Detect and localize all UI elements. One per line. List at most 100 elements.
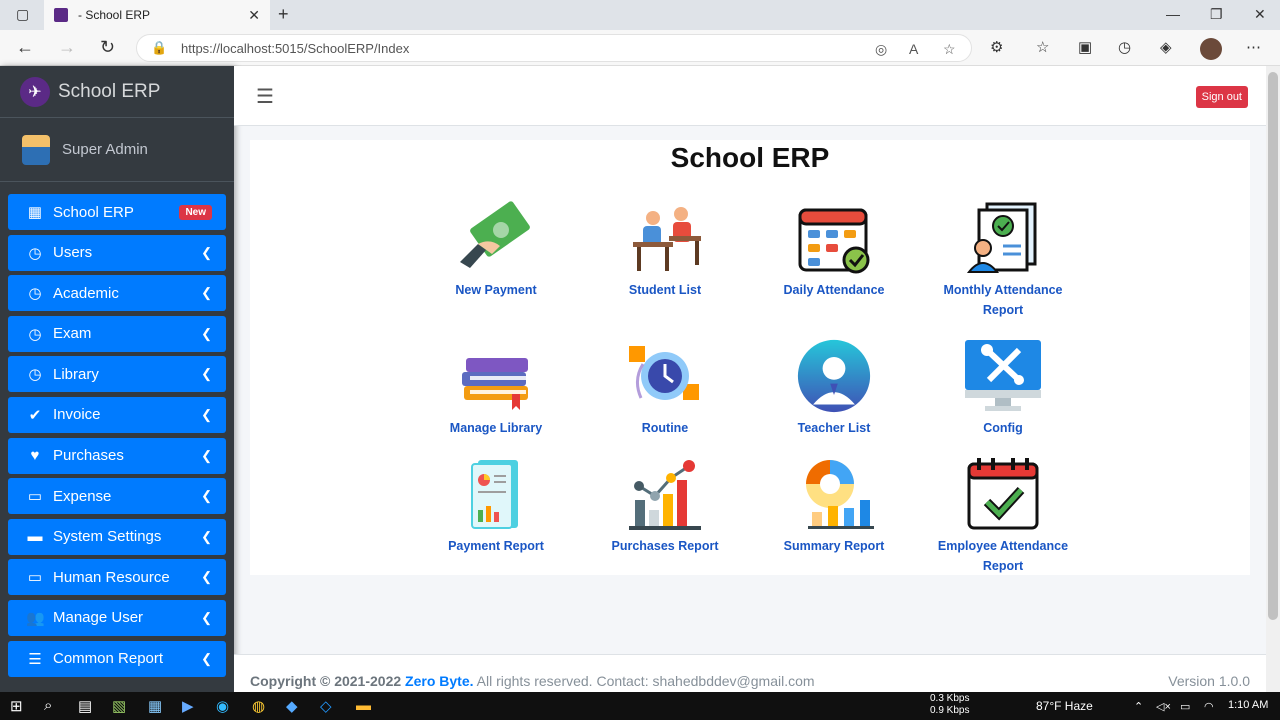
books-icon [456,338,536,410]
browser-tab[interactable]: - School ERP ✕ [44,0,270,30]
clock[interactable]: 1:10 AM [1228,699,1268,711]
sidebar-item-common-report[interactable]: ☰ Common Report ❮ [8,640,226,677]
tile-routine[interactable]: Routine [590,338,740,438]
favorites-icon[interactable]: ☆ [1036,38,1049,56]
chevron-left-icon: ❮ [201,609,212,625]
sidebar-item-school-erp[interactable]: ▦ School ERP New [8,194,226,230]
back-icon[interactable]: ← [16,37,34,58]
tile-new-payment[interactable]: New Payment [421,200,571,300]
wifi-icon[interactable]: ◠ [1204,700,1214,713]
sidebar-item-exam[interactable]: ◷ Exam ❮ [8,315,226,352]
sidebar-item-expense[interactable]: ▭ Expense ❮ [8,478,226,515]
company-link[interactable]: Zero Byte. [405,673,473,689]
sidebar-item-users[interactable]: ◷ Users ❮ [8,234,226,271]
routine-clock-icon [625,338,705,410]
sidebar-item-label: Common Report [53,650,164,668]
weather-widget[interactable]: 87°F Haze [1036,699,1093,713]
tile-label: Daily Attendance [783,283,885,297]
notepad-icon[interactable]: ▧ [112,697,126,715]
copyright-text: Copyright © 2021-2022 [250,673,402,689]
search-icon[interactable]: ⌕ [44,697,52,714]
tile-employee-attendance-report[interactable]: Employee Attendance Report [928,456,1078,576]
tile-label: Summary Report [783,539,885,553]
sidebar-menu: ▦ School ERP New ◷ Users ❮ ◷ Academic ❮ ◷ Exam ❮ ◷ Li… [0,194,234,677]
url-field[interactable]: 🔒 https://localhost:5015/SchoolERP/Index… [136,34,972,62]
sign-out-button[interactable]: Sign out [1195,86,1248,108]
sidebar-item-library[interactable]: ◷ Library ❮ [8,356,226,393]
read-aloud-icon[interactable]: A [909,41,918,57]
windows-start-icon[interactable]: ⊞ [10,697,23,715]
brand-link[interactable]: ✈ School ERP [0,66,234,118]
tile-summary-report[interactable]: Summary Report [759,456,909,556]
tray-chevron-icon[interactable]: ⌃ [1134,700,1143,713]
refresh-icon[interactable]: ↻ [100,37,115,58]
user-cog-icon: 👥 [26,609,45,627]
tile-label: Student List [628,283,702,297]
volume-icon[interactable]: ◁× [1156,700,1171,713]
monitor-icon: ▭ [27,569,43,587]
chevron-left-icon: ❮ [201,285,212,301]
profile-avatar[interactable] [1200,38,1222,60]
clock-icon: ◷ [28,325,42,343]
sidebar-item-system-settings[interactable]: ▬ System Settings ❮ [8,518,226,555]
sidebar-item-manage-user[interactable]: 👥 Manage User ❮ [8,599,226,636]
net-down: 0.9 Kbps [930,705,970,716]
tile-label: Purchases Report [611,539,719,553]
task-view-icon[interactable]: ▤ [78,697,92,715]
hamburger-icon[interactable]: ☰ [256,84,274,109]
tile-payment-report[interactable]: Payment Report [421,456,571,556]
new-tab-icon[interactable]: + [278,4,289,25]
tile-daily-attendance[interactable]: Daily Attendance [759,200,909,300]
minimize-icon[interactable]: — [1166,6,1180,22]
sidebar-item-label: Users [53,244,93,262]
tile-manage-library[interactable]: Manage Library [421,338,571,438]
collections-icon[interactable]: ▣ [1078,38,1092,56]
more-icon[interactable]: ⋯ [1246,38,1261,56]
chrome-icon[interactable]: ◍ [252,697,265,715]
dashboard-card: School ERP New Payment Student List Daily … [250,140,1250,575]
user-panel[interactable]: Super Admin [0,118,234,182]
edge-icon[interactable]: ◉ [216,697,229,715]
bar-chart-icon [625,456,705,530]
windows-taskbar: ⊞ ⌕ ▤ ▧ ▦ ▶ ◉ ◍ ◆ ◇ ▬ 0.3 Kbps 0.9 Kbps … [0,692,1280,720]
database-icon: ☰ [28,650,42,668]
chevron-left-icon: ❮ [201,325,212,341]
forward-icon[interactable]: → [58,37,76,58]
tile-purchases-report[interactable]: Purchases Report [590,456,740,556]
vscode-icon[interactable]: ◇ [320,697,332,715]
chevron-left-icon: ❮ [201,569,212,585]
sidebar-item-purchases[interactable]: ♥ Purchases ❮ [8,437,226,474]
pie-chart-icon [794,456,874,529]
sidebar-item-label: Expense [53,487,112,505]
extensions-icon[interactable]: ⚙ [990,38,1003,56]
close-window-icon[interactable]: ✕ [1254,6,1266,23]
chevron-left-icon: ❮ [201,447,212,463]
user-name: Super Admin [62,141,148,158]
location-icon[interactable]: ◎ [875,41,887,58]
brand-text: School ERP [58,80,161,102]
explorer-icon[interactable]: ▬ [356,697,371,714]
tab-actions-icon[interactable]: ▢ [16,6,29,23]
maximize-icon[interactable]: ❐ [1210,6,1223,23]
app-icon[interactable]: ▦ [148,697,162,715]
history-icon[interactable]: ◷ [1118,38,1131,56]
add-favorite-icon[interactable]: ☆ [943,41,956,58]
page-scrollbar-thumb[interactable] [1268,72,1278,620]
battery-icon[interactable]: ▭ [1180,700,1190,713]
vs-icon[interactable]: ◆ [286,697,298,715]
tile-student-list[interactable]: Student List [590,200,740,300]
terminal-icon[interactable]: ▶ [182,697,194,715]
sidebar-item-invoice[interactable]: ✔ Invoice ❮ [8,396,226,433]
close-tab-icon[interactable]: ✕ [248,7,260,24]
sidebar-item-human-resource[interactable]: ▭ Human Resource ❮ [8,559,226,596]
chevron-left-icon: ❮ [201,528,212,544]
toolbox-icon: ▬ [27,528,43,546]
performance-icon[interactable]: ◈ [1160,38,1172,56]
tile-label: Employee Attendance Report [937,539,1069,573]
tile-config[interactable]: Config [928,338,1078,438]
tile-teacher-list[interactable]: Teacher List [759,338,909,438]
chevron-left-icon: ❮ [201,650,212,666]
tile-label: New Payment [455,283,537,297]
tile-monthly-attendance-report[interactable]: Monthly Attendance Report [928,200,1078,320]
sidebar-item-academic[interactable]: ◷ Academic ❮ [8,275,226,312]
